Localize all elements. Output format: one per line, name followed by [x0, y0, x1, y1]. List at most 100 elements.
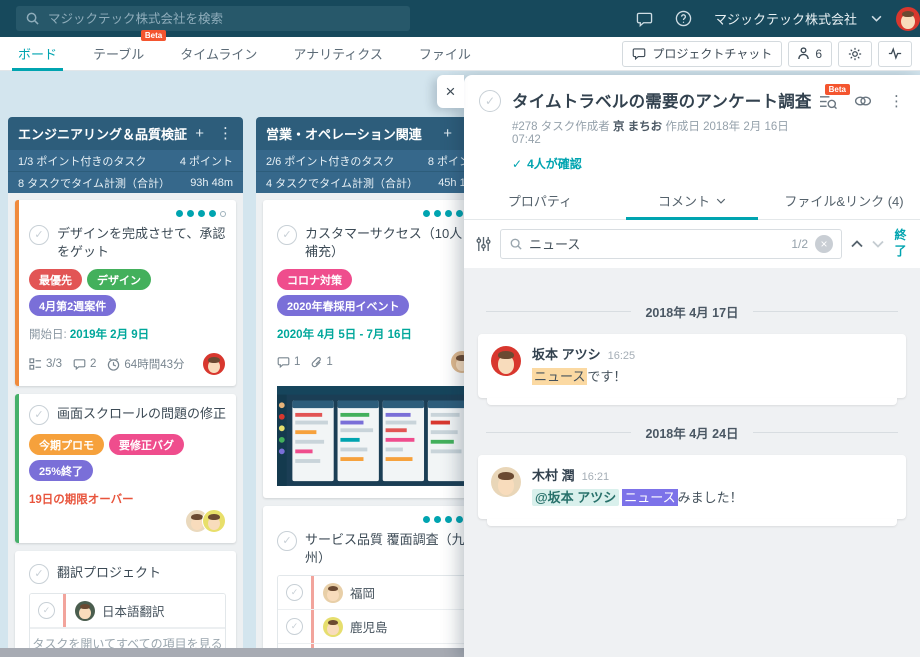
check-circle-icon[interactable]: ✓: [29, 564, 49, 584]
tab-timeline[interactable]: タイムライン: [180, 37, 257, 71]
task-meta: #278 タスク作成者 京 まちお 作成日 2018年 2月 16日 07:42: [512, 118, 819, 146]
clear-search-button[interactable]: ×: [815, 235, 833, 253]
column-time-stat: 4 タスクでタイム計測（合計） 45h 12m: [256, 171, 491, 193]
tab-properties[interactable]: プロパティ: [464, 181, 616, 219]
tab-files[interactable]: ファイル: [419, 37, 471, 71]
label-pill[interactable]: 2020年春採用イベント: [277, 295, 409, 316]
task-card-customer-success[interactable]: ✓ カスタマーサクセス（10人補充） コロナ対策 2020年春採用イベント 20…: [263, 200, 484, 498]
comment-avatar: [491, 467, 521, 497]
previous-match-button[interactable]: [851, 240, 863, 248]
label-pill[interactable]: 最優先: [29, 269, 82, 290]
clock-icon: [107, 358, 120, 371]
link-icon[interactable]: [854, 94, 872, 108]
check-circle-icon[interactable]: ✓: [38, 602, 55, 619]
comment-icon: [73, 358, 86, 370]
comment-stack-shadow: [487, 398, 897, 405]
global-search[interactable]: [16, 6, 410, 31]
comment-author[interactable]: 木村 潤: [532, 468, 575, 483]
chevron-down-icon[interactable]: [871, 15, 882, 22]
global-search-input[interactable]: [48, 12, 400, 26]
horizontal-scrollbar[interactable]: [0, 648, 464, 657]
search-comments-icon[interactable]: Beta: [819, 94, 837, 110]
comment-author[interactable]: 坂本 アツシ: [532, 347, 601, 362]
task-detail-panel: × ✓ タイムトラベルの需要のアンケート調査 #278 タスク作成者 京 まちお…: [464, 75, 920, 657]
date-range: 2020年 4月 5日 - 7月 16日: [277, 326, 474, 342]
comment-time: 16:21: [582, 471, 610, 483]
check-circle-icon[interactable]: ✓: [29, 225, 49, 245]
next-match-button[interactable]: [872, 240, 884, 248]
check-circle-icon[interactable]: ✓: [286, 618, 303, 635]
tab-comments[interactable]: コメント: [616, 181, 768, 219]
confirmed-status[interactable]: ✓ 4人が確認: [512, 155, 819, 172]
date-divider: 2018年 4月 24日: [486, 423, 898, 442]
comment-body: @坂本 アツシニュースみました！: [532, 489, 743, 508]
tab-files-links[interactable]: ファイル&リンク (4): [768, 181, 920, 219]
subtask-color-bar: [311, 610, 314, 643]
help-icon[interactable]: [675, 10, 692, 27]
subtask-item[interactable]: ✓ 福岡: [278, 576, 473, 610]
check-circle-icon[interactable]: ✓: [479, 90, 501, 112]
label-pill[interactable]: 要修正バグ: [109, 434, 184, 455]
comment-item[interactable]: 木村 潤 16:21 @坂本 アツシニュースみました！: [478, 455, 906, 519]
mention-chip[interactable]: @坂本 アツシ: [532, 489, 619, 506]
chat-icon: [632, 47, 646, 60]
column-header[interactable]: エンジニアリング＆品質検証 + ⋮: [8, 117, 243, 149]
task-card-translation[interactable]: ✓ 翻訳プロジェクト ✓ 日本語翻訳 タスクを開いてすべての項目を見る 2020…: [15, 551, 236, 657]
comment-avatar: [491, 346, 521, 376]
scrollbar-thumb[interactable]: [0, 648, 464, 657]
project-navbar: ボード テーブルBeta タイムライン アナリティクス ファイル プロジェクトチ…: [0, 37, 920, 71]
label-pill[interactable]: 4月第2週案件: [29, 295, 116, 316]
chat-icon[interactable]: [636, 11, 653, 27]
points-indicator: [277, 516, 474, 523]
comment-search-input[interactable]: [529, 236, 784, 251]
label-pill[interactable]: コロナ対策: [277, 269, 352, 290]
subtask-item[interactable]: ✓ 鹿児島: [278, 610, 473, 644]
org-name[interactable]: マジックテック株式会社: [714, 9, 857, 28]
check-circle-icon[interactable]: ✓: [29, 405, 49, 425]
detail-tabs: プロパティ コメント ファイル&リンク (4): [464, 181, 920, 220]
check-circle-icon[interactable]: ✓: [286, 584, 303, 601]
comment-count: 2: [73, 358, 96, 370]
subtask-group: ✓ 福岡 ✓ 鹿児島 ✓ 熊本: [277, 575, 474, 657]
subtask-item[interactable]: ✓ 日本語翻訳: [30, 594, 225, 628]
task-title: タイムトラベルの需要のアンケート調査: [512, 88, 819, 112]
assignee-avatar[interactable]: [202, 352, 226, 376]
attachment-thumbnail[interactable]: [277, 384, 474, 488]
end-search-button[interactable]: 終了: [893, 228, 908, 259]
column-header[interactable]: 営業・オペレーション関連 + ⋮: [256, 117, 491, 149]
comment-icon: [277, 356, 290, 368]
add-task-icon[interactable]: +: [443, 126, 452, 141]
tab-table[interactable]: テーブルBeta: [93, 37, 144, 71]
column-points-stat: 1/3 ポイント付きのタスク 4 ポイント: [8, 149, 243, 171]
task-title: サービス品質 覆面調査（九州）: [305, 531, 474, 566]
column-menu-icon[interactable]: ⋮: [218, 126, 233, 141]
members-button[interactable]: 6: [788, 41, 832, 67]
search-icon: [26, 12, 39, 25]
task-title: デザインを完成させて、承認をゲット: [57, 225, 226, 260]
filter-icon[interactable]: [476, 236, 491, 252]
activity-button[interactable]: [878, 41, 912, 67]
task-card-service-quality[interactable]: ✓ サービス品質 覆面調査（九州） ✓ 福岡 ✓ 鹿児島: [263, 506, 484, 657]
comment-item[interactable]: 坂本 アツシ16:25 ニュースです！: [478, 334, 906, 398]
more-menu-icon[interactable]: ⋮: [889, 94, 904, 109]
label-pill[interactable]: 25%終了: [29, 460, 93, 481]
settings-button[interactable]: [838, 41, 872, 67]
assignee-avatar[interactable]: [202, 509, 226, 533]
tab-board[interactable]: ボード: [18, 37, 57, 71]
person-icon: [798, 47, 809, 60]
tab-analytics[interactable]: アナリティクス: [293, 37, 383, 71]
close-panel-button[interactable]: ×: [437, 75, 464, 108]
column-title: エンジニアリング＆品質検証: [18, 124, 187, 143]
user-avatar[interactable]: [896, 7, 920, 31]
check-circle-icon[interactable]: ✓: [277, 225, 297, 245]
check-circle-icon[interactable]: ✓: [277, 531, 297, 551]
task-card-scroll-fix[interactable]: ✓ 画面スクロールの問題の修正 今期プロモ 要修正バグ 25%終了 19日の期限…: [15, 394, 236, 543]
search-icon: [510, 238, 522, 250]
task-card-design[interactable]: ✓ デザインを完成させて、承認をゲット 最優先 デザイン 4月第2週案件 開始日…: [15, 200, 236, 386]
comment-search-input-box[interactable]: 1/2 ×: [500, 229, 842, 259]
add-task-icon[interactable]: +: [195, 126, 204, 141]
project-chat-button[interactable]: プロジェクトチャット: [622, 41, 782, 67]
label-pill[interactable]: 今期プロモ: [29, 434, 104, 455]
pulse-icon: [888, 47, 902, 60]
label-pill[interactable]: デザイン: [87, 269, 151, 290]
